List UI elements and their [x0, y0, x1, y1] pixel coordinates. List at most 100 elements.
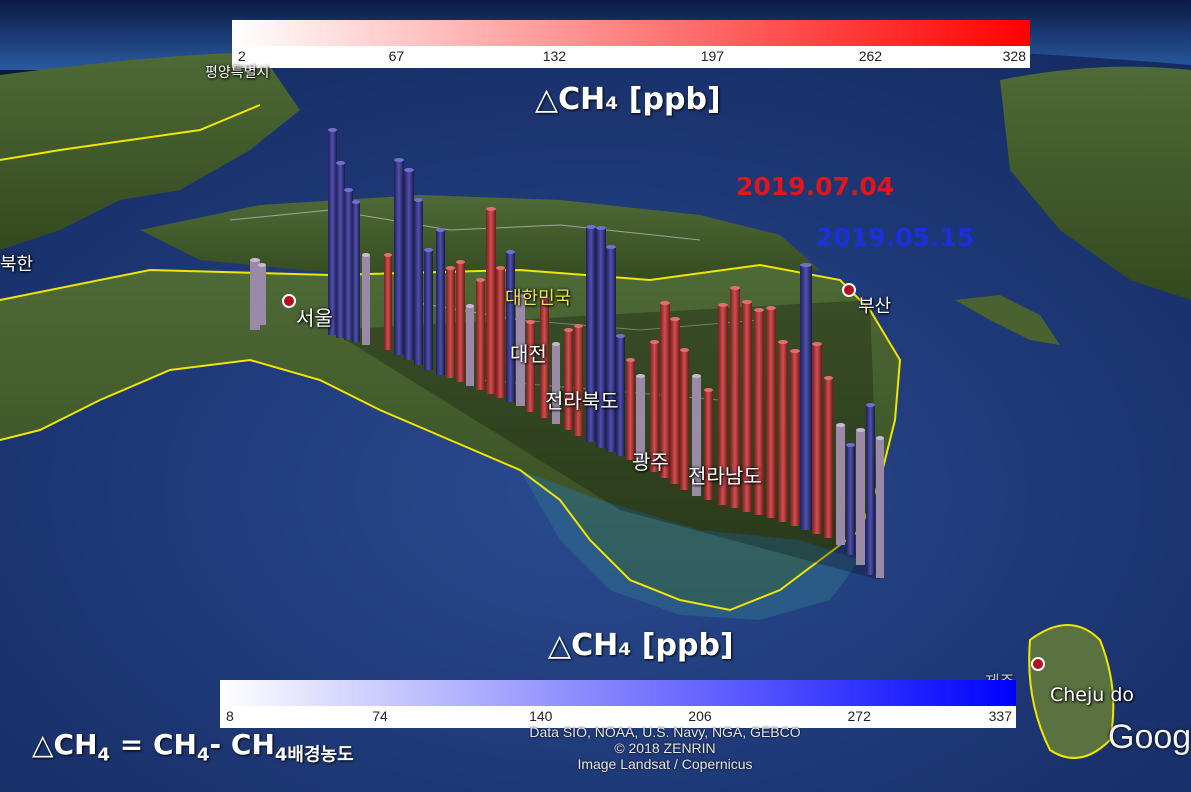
column-bar	[596, 228, 606, 448]
formula-minus: - CH	[209, 728, 275, 761]
column-cap	[404, 168, 414, 172]
label-north-korea: 북한	[0, 254, 34, 275]
column-bar	[496, 268, 505, 398]
column-cap	[476, 278, 485, 282]
column-cap	[680, 348, 689, 352]
colorbar-red: 2 67 132 197 262 328	[232, 20, 1030, 68]
column-cap	[704, 388, 713, 392]
column-cap	[250, 258, 260, 262]
label-south-korea: 대한민국	[505, 288, 572, 309]
formula-bg-sub: 4배경농도	[274, 744, 354, 766]
column-bar	[876, 438, 884, 578]
formula-lhs-sub: 4	[97, 744, 111, 766]
column-cap	[876, 436, 884, 440]
column-cap	[718, 303, 728, 307]
attribution-line: © 2018 ZENRIN	[614, 740, 716, 756]
column-bar	[846, 445, 855, 555]
label-daejeon: 대전	[510, 342, 547, 366]
column-bar	[258, 265, 266, 325]
column-cap	[466, 304, 474, 308]
column-cap	[660, 301, 670, 305]
column-cap	[586, 225, 596, 229]
formula-lhs: △CH	[32, 728, 98, 761]
colorbar-red-tick: 132	[542, 48, 567, 64]
unit-label-top: △CH₄ [ppb]	[535, 82, 721, 117]
column-bar	[476, 280, 485, 390]
attribution-line: Image Landsat / Copernicus	[577, 756, 753, 772]
colorbar-blue-tick: 272	[847, 708, 871, 724]
column-bar	[800, 265, 812, 530]
column-bar	[836, 425, 845, 545]
column-bar	[856, 430, 865, 565]
column-cap	[328, 128, 337, 132]
column-cap	[856, 428, 865, 432]
column-cap	[486, 207, 496, 211]
column-cap	[616, 334, 625, 338]
column-bar	[394, 160, 404, 355]
column-bar	[404, 170, 414, 360]
column-cap	[824, 376, 833, 380]
column-bar	[362, 255, 370, 345]
column-bar	[414, 200, 423, 365]
label-pyongyang: 평양특별시	[205, 65, 270, 81]
column-cap	[670, 317, 680, 321]
colorbar-blue-tick: 206	[688, 708, 712, 724]
column-bar	[424, 250, 433, 370]
column-bar	[812, 344, 822, 534]
column-bar	[436, 230, 445, 375]
column-cap	[730, 286, 740, 290]
column-bar	[790, 351, 800, 526]
column-cap	[336, 161, 345, 165]
column-bar	[574, 326, 583, 436]
column-cap	[414, 198, 423, 202]
date-label-blue: 2019.05.15	[816, 223, 975, 252]
colorbar-blue-gradient	[220, 680, 1016, 706]
label-gwangju: 광주	[632, 450, 669, 474]
column-cap	[636, 374, 645, 378]
column-bar	[486, 209, 496, 394]
column-cap	[742, 300, 752, 304]
column-cap	[606, 245, 616, 249]
column-cap	[692, 374, 701, 378]
colorbar-red-tick: 328	[1002, 48, 1026, 64]
column-cap	[766, 306, 776, 310]
label-jeju: Cheju do	[1050, 684, 1135, 706]
column-cap	[596, 226, 606, 230]
column-cap	[574, 324, 583, 328]
column-bar	[778, 342, 788, 522]
label-jeonbuk: 전라북도	[545, 389, 619, 413]
column-bar	[526, 322, 535, 412]
seoul-marker	[282, 294, 296, 308]
colorbar-blue: 8 74 140 206 272 337	[220, 680, 1016, 728]
column-bar	[344, 190, 353, 340]
google-logo: Goog	[1108, 718, 1191, 756]
column-cap	[384, 253, 392, 257]
delta-ch4-formula: △CH4 = CH4- CH4배경농도	[32, 728, 354, 767]
date-label-red: 2019.07.04	[736, 172, 895, 201]
column-cap	[552, 342, 560, 346]
column-bar	[446, 268, 455, 378]
column-bar	[824, 378, 833, 538]
colorbar-red-tick: 197	[700, 48, 725, 64]
column-cap	[258, 263, 266, 267]
attribution: Data SIO, NOAA, U.S. Navy, NGA, GEBCO © …	[480, 724, 850, 772]
column-bar	[336, 163, 345, 338]
colorbar-blue-tick: 140	[529, 708, 553, 724]
column-bar	[384, 255, 392, 350]
column-cap	[352, 200, 360, 204]
busan-marker	[842, 283, 856, 297]
label-busan: 부산	[858, 296, 892, 317]
column-cap	[424, 248, 433, 252]
colorbar-blue-tick: 8	[226, 708, 234, 724]
column-cap	[394, 158, 404, 162]
column-bar	[626, 360, 635, 460]
column-cap	[754, 308, 764, 312]
formula-eq: = CH	[110, 728, 197, 761]
column-cap	[496, 266, 505, 270]
colorbar-red-tick: 67	[388, 48, 405, 64]
column-bar	[466, 306, 474, 386]
column-cap	[800, 263, 812, 267]
colorbar-blue-tick: 74	[372, 708, 388, 724]
column-cap	[436, 228, 445, 232]
column-bar	[606, 247, 616, 452]
